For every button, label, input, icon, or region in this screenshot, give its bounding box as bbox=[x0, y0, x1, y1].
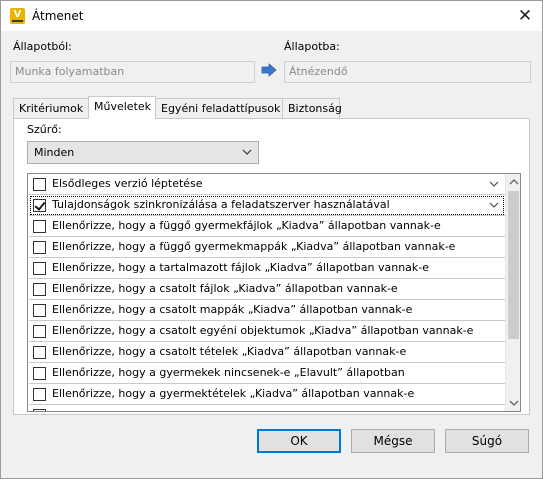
ok-button[interactable]: OK bbox=[257, 429, 341, 453]
filter-label: Szűrő: bbox=[27, 123, 62, 136]
list-item-label: Ellenőrizze, hogy a függő gyermekfájlok … bbox=[52, 219, 441, 232]
to-state-field: Átnézendő bbox=[284, 61, 531, 83]
tab-security[interactable]: Biztonság bbox=[282, 98, 342, 118]
list-item[interactable]: Ellenőrizze, hogy a csatolt fájlok „Kiad… bbox=[29, 279, 505, 300]
checkbox[interactable] bbox=[33, 220, 46, 233]
help-button[interactable]: Súgó bbox=[445, 429, 529, 453]
list-item[interactable] bbox=[29, 405, 505, 411]
list-item-label: Ellenőrizze, hogy a csatolt egyéni objek… bbox=[52, 324, 474, 337]
tab-actions[interactable]: Műveletek bbox=[88, 96, 156, 119]
to-state-label: Állapotba: bbox=[284, 40, 340, 53]
list-item[interactable]: Ellenőrizze, hogy a csatolt mappák „Kiad… bbox=[29, 300, 505, 321]
tab-custom-job-types[interactable]: Egyéni feladattípusok bbox=[155, 98, 283, 118]
actions-list[interactable]: Elsődleges verzió léptetése Tulajdonságo… bbox=[27, 173, 521, 412]
chevron-down-icon[interactable] bbox=[489, 179, 499, 189]
list-item[interactable]: Tulajdonságok szinkronizálása a feladats… bbox=[29, 195, 505, 216]
title-bar: V Átmenet ✕ bbox=[1, 1, 542, 31]
checkbox[interactable] bbox=[33, 178, 46, 191]
list-item-label: Ellenőrizze, hogy a csatolt tételek „Kia… bbox=[52, 345, 407, 358]
list-item[interactable]: Ellenőrizze, hogy a csatolt egyéni objek… bbox=[29, 321, 505, 342]
checkbox[interactable] bbox=[33, 388, 46, 401]
filter-dropdown[interactable]: Minden bbox=[27, 141, 259, 164]
checkbox[interactable] bbox=[33, 346, 46, 359]
checkbox[interactable] bbox=[33, 367, 46, 380]
list-item-label: Tulajdonságok szinkronizálása a feladats… bbox=[52, 198, 390, 211]
checkbox[interactable] bbox=[33, 241, 46, 254]
vertical-scrollbar[interactable] bbox=[505, 174, 521, 411]
list-item[interactable]: Elsődleges verzió léptetése bbox=[29, 174, 505, 195]
list-item[interactable]: Ellenőrizze, hogy a csatolt tételek „Kia… bbox=[29, 342, 505, 363]
list-item[interactable]: Ellenőrizze, hogy a tartalmazott fájlok … bbox=[29, 258, 505, 279]
cancel-button[interactable]: Mégse bbox=[351, 429, 435, 453]
from-state-label: Állapotból: bbox=[13, 40, 72, 53]
list-item-label: Ellenőrizze, hogy a gyermekek nincsenek-… bbox=[52, 366, 405, 379]
chevron-down-icon[interactable] bbox=[489, 200, 499, 210]
checkbox[interactable] bbox=[33, 262, 46, 275]
transition-dialog: V Átmenet ✕ Állapotból: Munka folyamatba… bbox=[0, 0, 543, 479]
app-v-icon: V bbox=[10, 8, 25, 24]
checkbox[interactable] bbox=[33, 409, 46, 411]
list-item[interactable]: Ellenőrizze, hogy a gyermekek nincsenek-… bbox=[29, 363, 505, 384]
tab-criteria[interactable]: Kritériumok bbox=[13, 98, 89, 118]
list-item-label: Ellenőrizze, hogy a csatolt fájlok „Kiad… bbox=[52, 282, 398, 295]
list-item[interactable]: Ellenőrizze, hogy a gyermektételek „Kiad… bbox=[29, 384, 505, 405]
list-item[interactable]: Ellenőrizze, hogy a függő gyermekfájlok … bbox=[29, 216, 505, 237]
list-item-label: Ellenőrizze, hogy a gyermektételek „Kiad… bbox=[52, 387, 415, 400]
list-item-label: Ellenőrizze, hogy a függő gyermekmappák … bbox=[52, 240, 456, 253]
checkbox[interactable] bbox=[33, 283, 46, 296]
list-item-label: Elsődleges verzió léptetése bbox=[52, 177, 203, 190]
list-item-label: Ellenőrizze, hogy a csatolt mappák „Kiad… bbox=[52, 303, 413, 316]
chevron-down-icon bbox=[242, 149, 252, 155]
checkbox[interactable] bbox=[33, 304, 46, 317]
arrow-right-icon bbox=[261, 63, 277, 77]
close-button[interactable]: ✕ bbox=[514, 5, 536, 27]
checkbox-checked[interactable] bbox=[33, 199, 46, 212]
scrollbar-thumb[interactable] bbox=[508, 191, 519, 339]
list-item[interactable]: Ellenőrizze, hogy a függő gyermekmappák … bbox=[29, 237, 505, 258]
scroll-up-icon[interactable] bbox=[506, 174, 521, 190]
checkbox[interactable] bbox=[33, 325, 46, 338]
from-state-field: Munka folyamatban bbox=[10, 61, 255, 83]
list-item-label: Ellenőrizze, hogy a tartalmazott fájlok … bbox=[52, 261, 430, 274]
window-title: Átmenet bbox=[32, 9, 84, 23]
filter-selected-value: Minden bbox=[34, 146, 75, 159]
scroll-down-icon[interactable] bbox=[506, 395, 521, 411]
